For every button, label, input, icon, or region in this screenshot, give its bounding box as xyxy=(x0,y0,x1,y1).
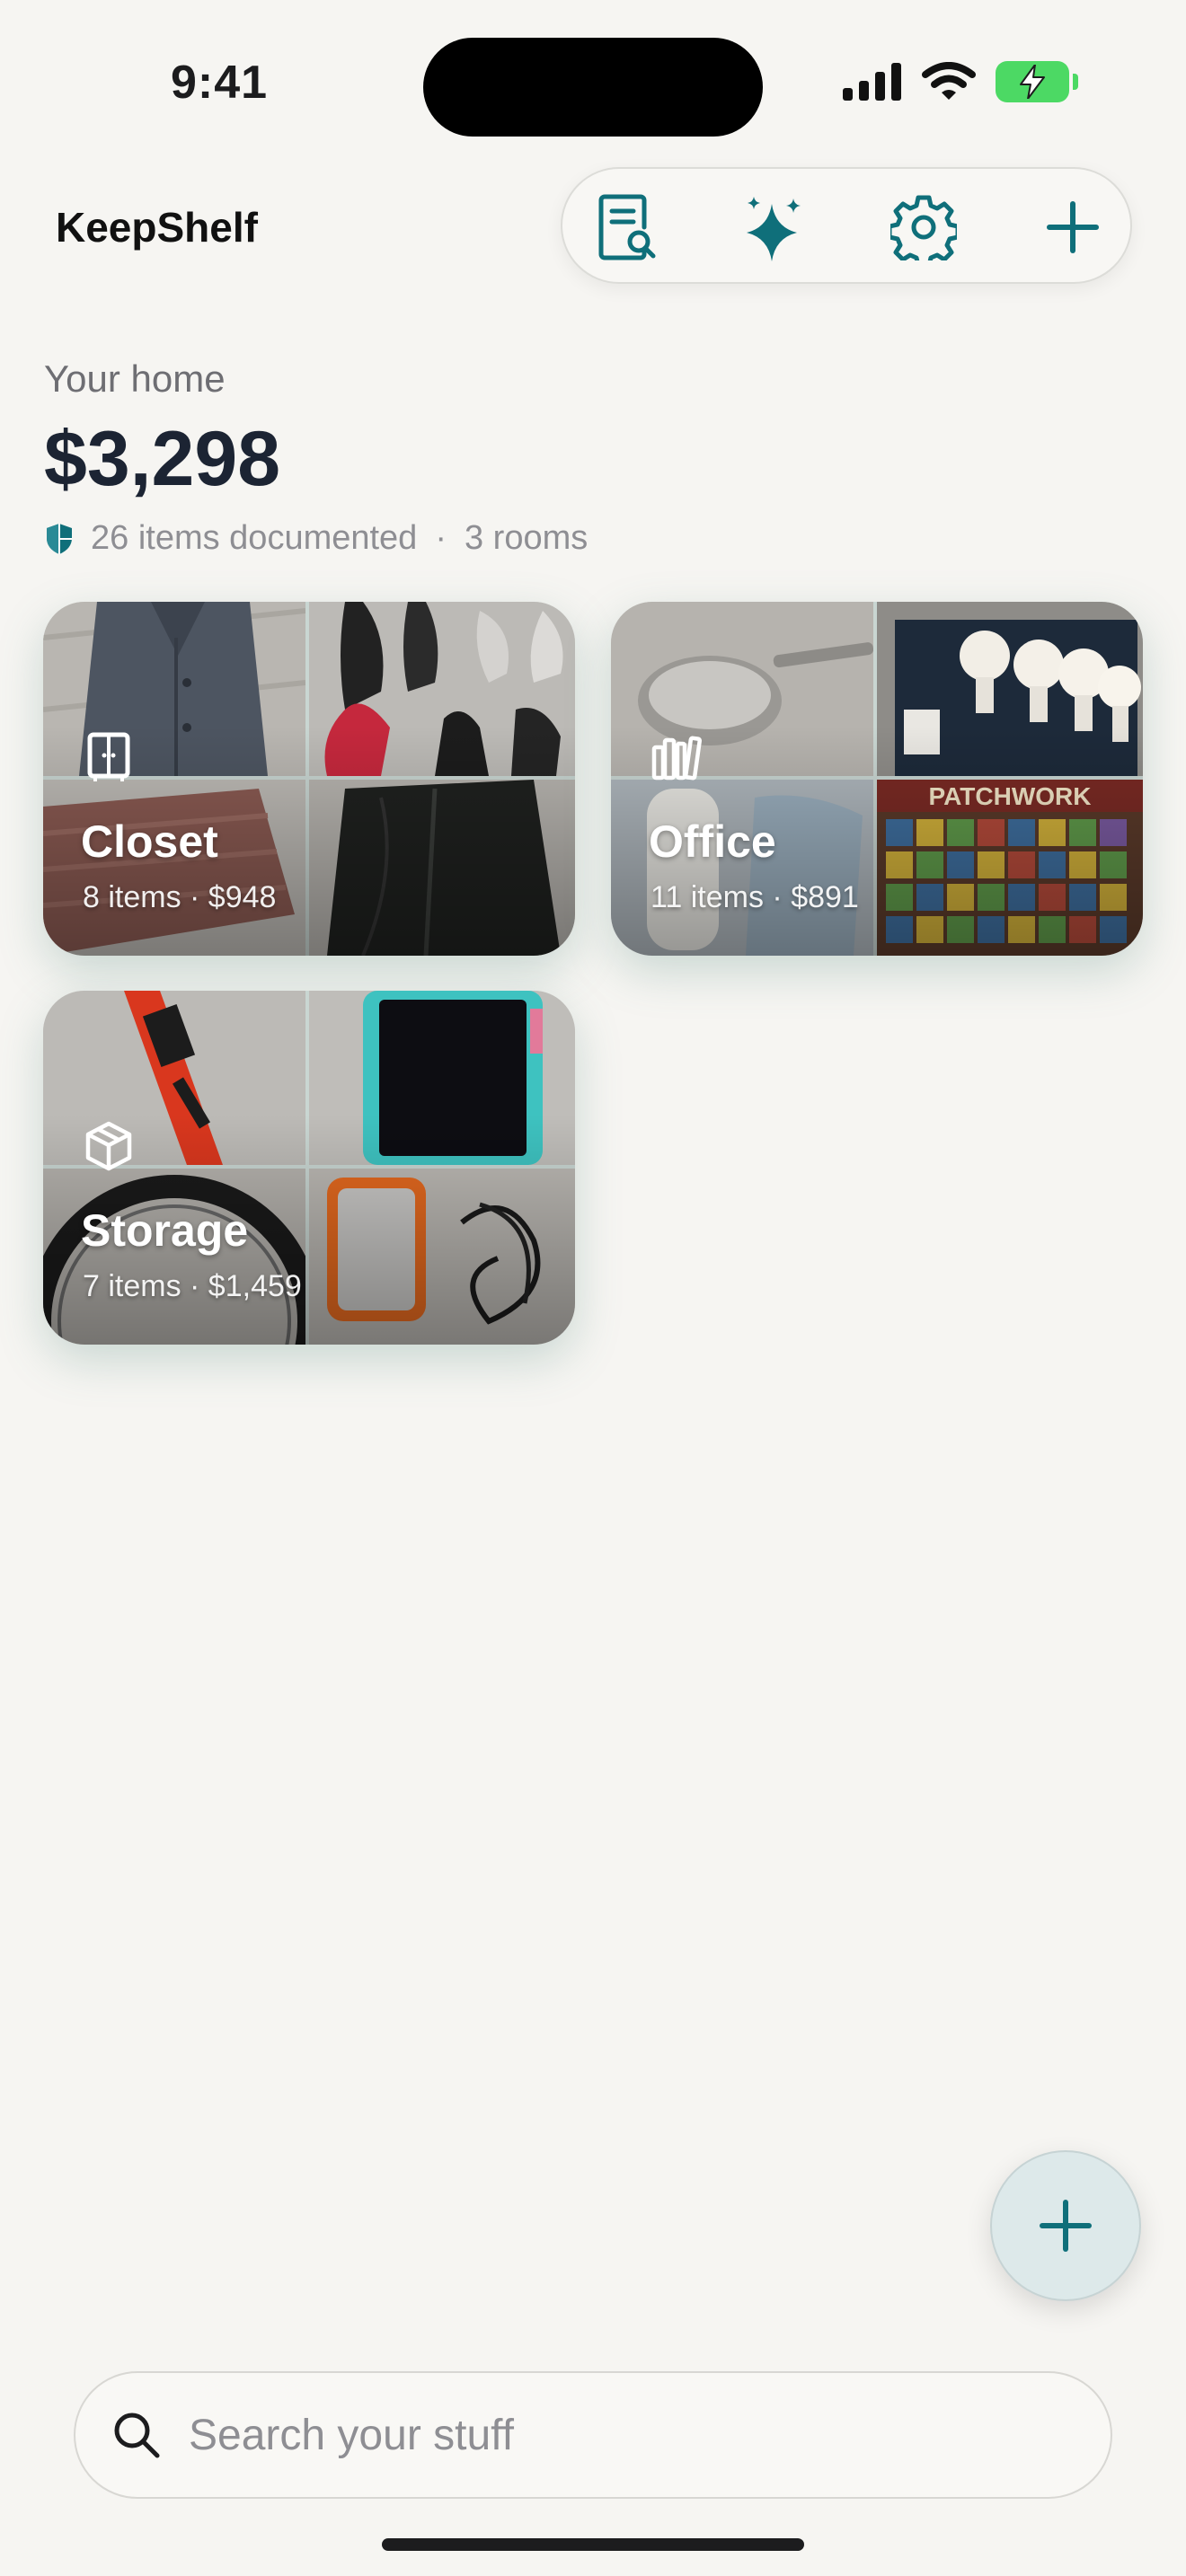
toolbar xyxy=(561,167,1132,284)
room-stats: 8 items · $948 xyxy=(83,880,277,914)
wifi-icon xyxy=(922,62,976,100)
room-name: Storage xyxy=(81,1205,249,1256)
room-card-office[interactable]: PATCHWORK xyxy=(611,602,1143,956)
ai-assist-button[interactable] xyxy=(739,191,810,263)
sparkles-icon xyxy=(747,197,801,261)
box-icon xyxy=(85,1121,132,1171)
receipt-search-icon xyxy=(598,194,656,260)
search-input[interactable] xyxy=(187,2409,999,2461)
settings-button[interactable] xyxy=(888,191,960,263)
separator-dot: · xyxy=(435,519,447,557)
home-indicator xyxy=(382,2538,804,2551)
status-icons xyxy=(843,61,1078,102)
plus-icon xyxy=(1040,2200,1092,2252)
plus-icon xyxy=(1047,201,1099,253)
search-bar[interactable] xyxy=(74,2371,1112,2499)
room-name: Closet xyxy=(81,816,218,867)
room-card-closet[interactable]: Closet 8 items · $948 xyxy=(43,602,575,956)
add-button[interactable] xyxy=(1037,191,1109,263)
bookshelf-icon xyxy=(651,736,703,781)
shield-icon xyxy=(47,523,72,554)
dynamic-island xyxy=(423,38,763,137)
home-total-value: $3,298 xyxy=(44,416,281,502)
gear-icon xyxy=(890,195,957,260)
summary-meta: 26 items documented · 3 rooms xyxy=(44,519,588,558)
room-card-storage[interactable]: Storage 7 items · $1,459 xyxy=(43,991,575,1345)
cellular-signal-icon xyxy=(843,63,901,101)
status-time: 9:41 xyxy=(171,57,269,109)
battery-charging-icon xyxy=(996,61,1078,102)
items-documented: 26 items documented xyxy=(91,519,418,557)
search-icon xyxy=(111,2410,162,2460)
room-stats: 7 items · $1,459 xyxy=(83,1269,302,1303)
rooms-count: 3 rooms xyxy=(464,519,589,557)
room-stats: 11 items · $891 xyxy=(651,880,859,914)
summary-label: Your home xyxy=(44,357,226,400)
add-item-fab[interactable] xyxy=(990,2150,1141,2301)
room-name: Office xyxy=(649,816,776,867)
wardrobe-icon xyxy=(87,732,130,781)
app-title: KeepShelf xyxy=(56,204,258,251)
receipts-button[interactable] xyxy=(591,191,663,263)
